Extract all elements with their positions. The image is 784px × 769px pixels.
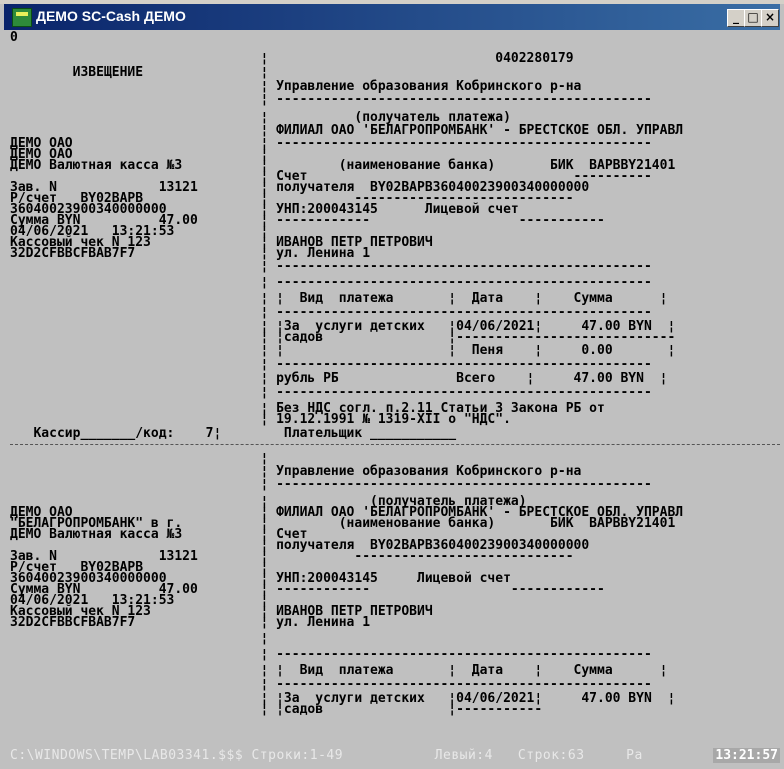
close-button[interactable]: × bbox=[761, 9, 779, 27]
doc-line: ¦ ¦ Вид платежа ¦ Дата ¦ Сумма ¦ bbox=[10, 291, 668, 306]
doc-line: ¦ 0402280179 bbox=[10, 51, 574, 66]
doc-line: ¦ --------------------------------------… bbox=[10, 357, 652, 372]
doc-line: ¦ ¦садов ¦----------- bbox=[10, 702, 543, 717]
doc-line: ¦ --------------------------------------… bbox=[10, 275, 652, 290]
doc-line: ¦ --------------------------------------… bbox=[10, 92, 652, 107]
title-bar[interactable]: ДЕМО SC-Cash ДЕМО _ □ × bbox=[4, 4, 780, 30]
status-clock: 13:21:57 bbox=[713, 748, 780, 763]
doc-line: ¦ рубль РБ Всего ¦ 47.00 BYN ¦ bbox=[10, 371, 668, 386]
doc-line: Кассир_______/код: 7¦ Плательщик _______… bbox=[10, 426, 457, 441]
window-title: ДЕМО SC-Cash ДЕМО bbox=[36, 8, 186, 24]
doc-line: ¦ --------------------------------------… bbox=[10, 647, 652, 662]
doc-line: ¦ --------------------------------------… bbox=[10, 305, 652, 320]
doc-line: 32D2CFBBCFBAB7F7 ¦ ул. Ленина 1 bbox=[10, 615, 371, 630]
doc-line: ¦ --------------------------------------… bbox=[10, 677, 652, 692]
maximize-button[interactable]: □ bbox=[744, 9, 762, 27]
app-window: ДЕМО SC-Cash ДЕМО _ □ × 0 ¦ 0402280179 И… bbox=[0, 0, 784, 769]
doc-line: ¦ 19.12.1991 № 1319-XII о "НДС". bbox=[10, 412, 511, 427]
indicator: 0 bbox=[10, 30, 18, 45]
doc-line: ¦ --------------------------------------… bbox=[10, 259, 652, 274]
doc-line: ¦ --------------------------------------… bbox=[10, 385, 652, 400]
doc-line: ¦ bbox=[10, 631, 269, 646]
doc-line: ИЗВЕЩЕНИЕ ¦ bbox=[10, 65, 269, 80]
minimize-button[interactable]: _ bbox=[727, 9, 745, 27]
doc-line: ¦ ¦ Вид платежа ¦ Дата ¦ Сумма ¦ bbox=[10, 663, 668, 678]
status-bar: C:\WINDOWS\TEMP\LAB03341.$$$ Строки:1-49… bbox=[10, 747, 780, 764]
doc-line: ¦ --------------------------------------… bbox=[10, 477, 652, 492]
doc-line: ¦ ¦ ¦ Пеня ¦ 0.00 ¦ bbox=[10, 343, 676, 358]
cut-line bbox=[10, 444, 780, 445]
status-text: C:\WINDOWS\TEMP\LAB03341.$$$ Строки:1-49… bbox=[10, 748, 643, 763]
app-icon[interactable] bbox=[12, 8, 32, 27]
document-view[interactable]: 0 ¦ 0402280179 ИЗВЕЩЕНИЕ ¦ ¦ Управление … bbox=[10, 30, 780, 764]
